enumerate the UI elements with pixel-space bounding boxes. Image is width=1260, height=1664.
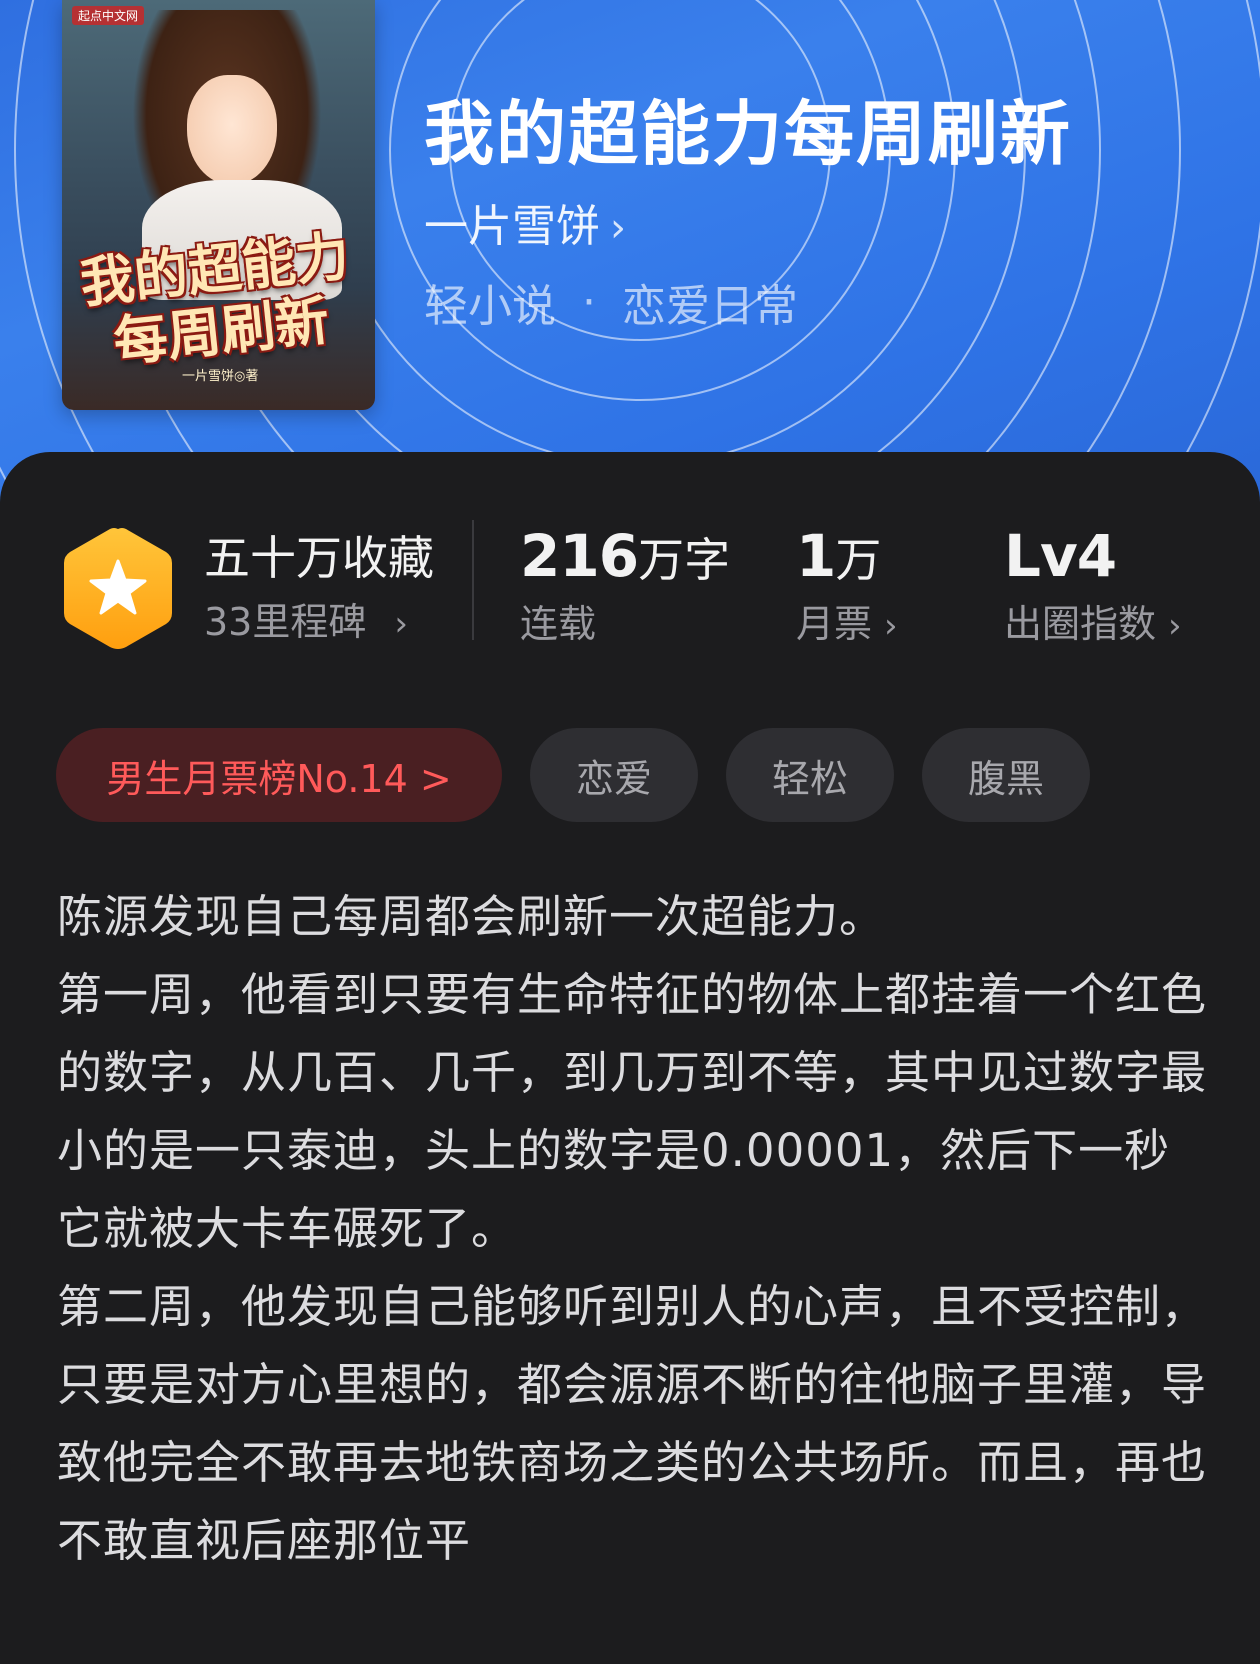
chevron-right-icon: ›: [884, 606, 898, 646]
synopsis-paragraph: 陈源发现自己每周都会刷新一次超能力。: [57, 890, 886, 943]
tag-romance[interactable]: 恋爱: [530, 728, 698, 822]
author-name: 一片雪饼: [424, 201, 600, 252]
cover-illustration-face: [187, 75, 277, 185]
popularity-index-label: 出圈指数: [1004, 602, 1157, 646]
book-title: 我的超能力每周刷新: [424, 92, 1072, 175]
favorites-stat[interactable]: 五十万收藏 33里程碑 ›: [204, 528, 434, 656]
rank-tag[interactable]: 男生月票榜No.14 >: [56, 728, 502, 822]
star-hexagon-icon: [64, 528, 172, 649]
book-header: 起点中文网 我的超能力每周刷新 一片雪饼◎著 我的超能力每周刷新 一片雪饼 › 轻…: [0, 0, 1260, 520]
favorites-count: 五十万收藏: [204, 531, 434, 585]
votes-unit: 万: [835, 533, 882, 587]
milestone-label: 33里程碑: [204, 600, 367, 644]
monthly-votes-stat[interactable]: 1万 月票 ›: [796, 522, 898, 658]
cover-title-art: 我的超能力每周刷新: [77, 223, 353, 374]
book-detail-page: 起点中文网 我的超能力每周刷新 一片雪饼◎著 我的超能力每周刷新 一片雪饼 › 轻…: [0, 0, 1260, 1664]
tag-relaxed[interactable]: 轻松: [726, 728, 894, 822]
book-synopsis[interactable]: 陈源发现自己每周都会刷新一次超能力。 第一周，他看到只要有生命特征的物体上都挂着…: [57, 878, 1207, 1580]
genre-separator: ·: [582, 276, 596, 328]
votes-label: 月票: [796, 602, 873, 646]
genre-category: 轻小说: [424, 281, 556, 332]
chevron-right-icon: ›: [1168, 606, 1182, 646]
genre-subcategory: 恋爱日常: [622, 281, 798, 332]
word-count-unit: 万字: [638, 533, 731, 587]
author-link[interactable]: 一片雪饼 ›: [424, 190, 626, 254]
tag-scheming[interactable]: 腹黑: [922, 728, 1090, 822]
cover-author-line: 一片雪饼◎著: [182, 369, 259, 384]
synopsis-paragraph: 第二周，他发现自己能够听到别人的心声，且不受控制，只要是对方心里想的，都会源源不…: [57, 1280, 1208, 1567]
chevron-right-icon: ›: [610, 205, 626, 251]
popularity-index-stat[interactable]: Lv4 出圈指数 ›: [1004, 522, 1182, 658]
stat-divider: [472, 520, 474, 640]
genre-line: 轻小说 · 恋爱日常: [424, 270, 798, 334]
chevron-right-icon: ›: [394, 604, 408, 644]
book-cover[interactable]: 起点中文网 我的超能力每周刷新 一片雪饼◎著: [62, 0, 375, 410]
level-value: Lv4: [1004, 522, 1117, 590]
votes-number: 1: [796, 522, 836, 590]
synopsis-paragraph: 第一周，他看到只要有生命特征的物体上都挂着一个红色的数字，从几百、几千，到几万到…: [57, 968, 1208, 1255]
word-count-stat: 216万字 连载: [520, 522, 730, 650]
word-count-number: 216: [520, 522, 639, 590]
serial-status: 连载: [520, 602, 597, 646]
